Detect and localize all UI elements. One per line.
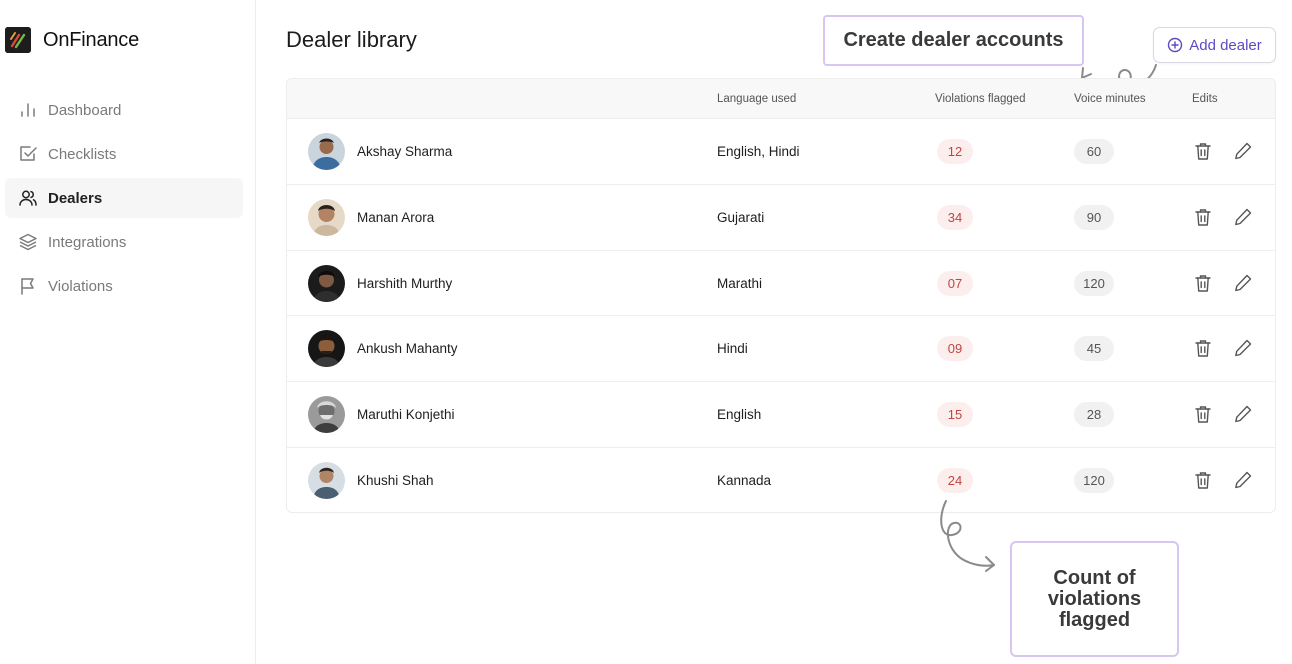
voice-minutes-badge: 90 (1074, 204, 1114, 230)
table-row[interactable]: Maruthi Konjethi English 15 28 (287, 382, 1275, 448)
sidebar-item-label: Dashboard (48, 101, 122, 119)
sidebar-item-label: Violations (48, 277, 113, 295)
pencil-icon[interactable] (1234, 207, 1253, 227)
violations-badge: 34 (937, 204, 973, 230)
sidebar-item-dashboard[interactable]: Dashboard (5, 90, 243, 130)
add-dealer-button[interactable]: Add dealer (1153, 27, 1276, 63)
avatar (308, 396, 345, 434)
table-row[interactable]: Harshith Murthy Marathi 07 120 (287, 251, 1275, 317)
sidebar-item-dealers[interactable]: Dealers (5, 178, 243, 218)
dealers-table: Language used Violations flagged Voice m… (286, 78, 1276, 513)
checkbox-icon (17, 143, 39, 165)
pencil-icon[interactable] (1234, 141, 1253, 161)
pencil-icon[interactable] (1234, 273, 1253, 293)
column-header-voice-minutes: Voice minutes (1074, 93, 1146, 105)
pencil-icon[interactable] (1234, 470, 1253, 490)
dealer-language: Hindi (717, 341, 748, 357)
avatar (308, 198, 345, 236)
table-row[interactable]: Akshay Sharma English, Hindi 12 60 (287, 119, 1275, 185)
dealer-language: Kannada (717, 472, 772, 488)
column-header-violations: Violations flagged (935, 93, 1026, 105)
trash-icon[interactable] (1194, 141, 1212, 161)
sidebar-item-label: Checklists (48, 145, 117, 163)
column-header-edits: Edits (1192, 93, 1218, 105)
voice-minutes-badge: 120 (1074, 467, 1114, 493)
dealer-language: Gujarati (717, 209, 765, 225)
table-row[interactable]: Khushi Shah Kannada 24 120 (287, 448, 1275, 512)
violations-badge: 12 (937, 139, 973, 164)
trash-icon[interactable] (1194, 207, 1212, 227)
flag-icon (17, 275, 39, 297)
brand[interactable]: OnFinance (5, 27, 139, 53)
annotation-violations-count: Count of violations flagged (1010, 541, 1179, 657)
table-row[interactable]: Ankush Mahanty Hindi 09 45 (287, 316, 1275, 383)
voice-minutes-badge: 60 (1074, 139, 1114, 164)
trash-icon[interactable] (1194, 404, 1212, 424)
dealer-language: Marathi (717, 275, 763, 291)
users-icon (17, 187, 39, 209)
dealer-name: Akshay Sharma (357, 144, 453, 159)
column-header-language: Language used (717, 93, 797, 105)
voice-minutes-badge: 28 (1074, 402, 1114, 428)
violations-badge: 09 (937, 336, 973, 362)
add-dealer-label: Add dealer (1189, 36, 1262, 54)
dealer-name: Harshith Murthy (357, 275, 453, 291)
table-header: Language used Violations flagged Voice m… (287, 79, 1275, 119)
annotation-arrow-bottom (940, 500, 995, 572)
sidebar-item-integrations[interactable]: Integrations (5, 222, 243, 262)
pencil-icon[interactable] (1234, 338, 1253, 358)
sidebar-item-label: Dealers (48, 189, 103, 207)
sidebar-nav: Dashboard Checklists Dealers Integration… (5, 90, 243, 310)
voice-minutes-badge: 120 (1074, 270, 1114, 296)
trash-icon[interactable] (1194, 470, 1212, 490)
dealer-language: English, Hindi (717, 144, 800, 159)
dealer-name: Manan Arora (357, 209, 435, 225)
avatar (308, 264, 345, 302)
pencil-icon[interactable] (1234, 404, 1253, 424)
dealer-name: Ankush Mahanty (357, 341, 458, 357)
violations-badge: 15 (937, 402, 973, 428)
dealer-language: English (717, 407, 762, 423)
sidebar-item-violations[interactable]: Violations (5, 266, 243, 306)
violations-badge: 07 (937, 270, 973, 296)
dealer-name: Maruthi Konjethi (357, 407, 455, 423)
plus-circle-icon (1168, 37, 1183, 53)
bar-chart-icon (17, 99, 39, 121)
onfinance-logo-icon (5, 27, 31, 53)
table-row[interactable]: Manan Arora Gujarati 34 90 (287, 185, 1275, 251)
voice-minutes-badge: 45 (1074, 336, 1114, 362)
sidebar: OnFinance Dashboard Checklists Dealers I… (0, 0, 256, 664)
avatar (308, 330, 345, 368)
avatar (308, 461, 345, 499)
layers-icon (17, 231, 39, 253)
trash-icon[interactable] (1194, 338, 1212, 358)
dealer-name: Khushi Shah (357, 472, 434, 488)
brand-name: OnFinance (43, 28, 140, 51)
avatar (308, 133, 345, 170)
annotation-create-dealer: Create dealer accounts (823, 15, 1084, 66)
trash-icon[interactable] (1194, 273, 1212, 293)
page-title: Dealer library (286, 27, 417, 52)
sidebar-item-label: Integrations (48, 233, 127, 251)
sidebar-item-checklists[interactable]: Checklists (5, 134, 243, 174)
violations-badge: 24 (937, 467, 973, 493)
